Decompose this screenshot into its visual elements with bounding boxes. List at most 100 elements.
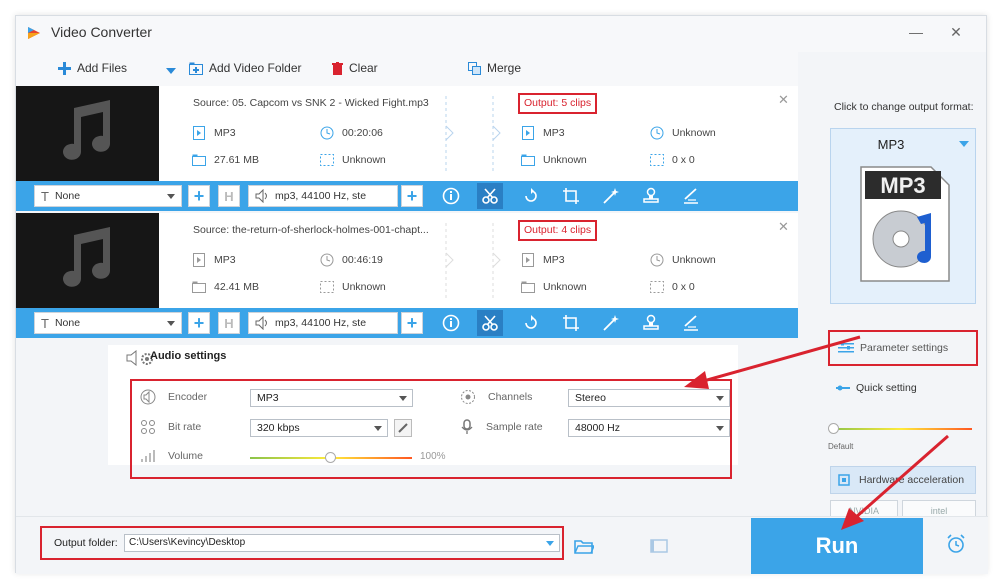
output-size: Unknown	[521, 153, 587, 167]
edit-pencil-icon[interactable]	[394, 419, 412, 437]
hardware-acceleration-toggle[interactable]: Hardware acceleration	[830, 466, 976, 494]
file-thumbnail[interactable]	[16, 213, 159, 308]
channels-select-value: Stereo	[575, 392, 606, 404]
audio-file-icon	[522, 126, 534, 140]
info-icon[interactable]	[442, 187, 460, 205]
minimize-button[interactable]: —	[906, 22, 926, 42]
add-files-button[interactable]: Add Files	[58, 61, 127, 75]
plus-icon	[58, 61, 71, 75]
rotate-icon[interactable]	[522, 187, 540, 205]
default-label: Default	[828, 442, 854, 451]
remove-file-button[interactable]: ✕	[778, 219, 789, 235]
merge-button[interactable]: Merge	[468, 61, 521, 75]
add-subtitle-button[interactable]: +	[188, 185, 210, 207]
subtitle-select[interactable]: T None	[34, 312, 182, 334]
volume-slider-knob[interactable]	[325, 452, 336, 463]
output-size: Unknown	[521, 280, 587, 294]
folder-icon	[192, 154, 206, 166]
add-video-folder-button[interactable]: Add Video Folder	[189, 61, 302, 75]
file-row: Source: 05. Capcom vs SNK 2 - Wicked Fig…	[16, 86, 798, 211]
cut-button[interactable]	[477, 310, 503, 336]
edit-subtitle-icon[interactable]	[682, 187, 700, 205]
audio-file-icon	[522, 253, 534, 267]
output-resolution-value: 0 x 0	[672, 154, 695, 166]
audio-track-value: mp3, 44100 Hz, ste	[275, 190, 367, 202]
watermark-stamp-icon[interactable]	[642, 314, 660, 332]
output-format-panel: Click to change output format: MP3 MP3 P…	[818, 86, 986, 522]
source-title: Source: 05. Capcom vs SNK 2 - Wicked Fig…	[193, 97, 429, 109]
effects-wand-icon[interactable]	[602, 187, 620, 205]
source-resolution: Unknown	[320, 280, 386, 294]
output-format-selector[interactable]: MP3 MP3	[830, 128, 976, 304]
quality-slider-track[interactable]	[830, 428, 972, 430]
output-resolution: 0 x 0	[650, 153, 695, 167]
add-audio-track-button[interactable]: +	[401, 185, 423, 207]
cut-button[interactable]	[477, 183, 503, 209]
open-folder-icon[interactable]	[574, 539, 594, 554]
resolution-icon	[650, 281, 664, 293]
remove-file-button[interactable]: ✕	[778, 92, 789, 108]
add-files-dropdown-icon[interactable]	[166, 68, 176, 74]
trash-icon	[332, 61, 343, 75]
channels-label: Channels	[460, 389, 532, 405]
encoder-select[interactable]: MP3	[250, 389, 413, 407]
source-duration: 00:20:06	[320, 126, 383, 140]
info-icon[interactable]	[442, 314, 460, 332]
run-button[interactable]: Run	[751, 518, 923, 574]
clock-icon	[650, 126, 664, 140]
app-window: Video Converter — ✕ Add Files Add Video …	[15, 15, 988, 574]
resolution-icon	[650, 154, 664, 166]
source-size-value: 42.41 MB	[214, 281, 259, 293]
audio-track-select[interactable]: mp3, 44100 Hz, ste	[248, 312, 398, 334]
crop-icon[interactable]	[562, 187, 580, 205]
crop-icon[interactable]	[562, 314, 580, 332]
add-audio-track-button[interactable]: +	[401, 312, 423, 334]
source-duration-value: 00:20:06	[342, 127, 383, 139]
output-duration-value: Unknown	[672, 127, 716, 139]
merge-label: Merge	[487, 61, 522, 75]
add-subtitle-button[interactable]: +	[188, 312, 210, 334]
output-size-value: Unknown	[543, 154, 587, 166]
source-duration: 00:46:19	[320, 253, 383, 267]
chip-icon	[838, 474, 850, 486]
speaker-icon	[255, 316, 267, 330]
quality-slider-knob[interactable]	[828, 423, 839, 434]
output-folder-label: Output folder:	[54, 537, 118, 549]
parameter-settings-button[interactable]: Parameter settings	[828, 330, 978, 366]
close-window-button[interactable]: ✕	[946, 22, 966, 42]
nvidia-label: NVIDIA	[848, 506, 879, 516]
subtitle-select[interactable]: T None	[34, 185, 182, 207]
add-folder-icon	[189, 62, 203, 75]
bitrate-select[interactable]: 320 kbps	[250, 419, 388, 437]
samplerate-select[interactable]: 48000 Hz	[568, 419, 730, 437]
settings-sliders-icon	[838, 342, 854, 353]
output-duration: Unknown	[650, 253, 716, 267]
add-files-label: Add Files	[77, 61, 128, 75]
hd-icon[interactable]: H	[218, 185, 240, 207]
clear-button[interactable]: Clear	[332, 61, 378, 75]
source-resolution: Unknown	[320, 153, 386, 167]
quick-setting[interactable]: Quick setting	[836, 382, 917, 394]
edit-subtitle-icon[interactable]	[682, 314, 700, 332]
effects-wand-icon[interactable]	[602, 314, 620, 332]
hd-icon[interactable]: H	[218, 312, 240, 334]
audio-settings-title: Audio settings	[150, 350, 227, 362]
output-folder-input[interactable]: C:\Users\Kevincy\Desktop	[124, 534, 560, 552]
output-format-hint: Click to change output format:	[834, 101, 974, 113]
audio-track-select[interactable]: mp3, 44100 Hz, ste	[248, 185, 398, 207]
alarm-clock-icon[interactable]	[946, 534, 966, 554]
rotate-icon[interactable]	[522, 314, 540, 332]
speaker-icon	[255, 189, 267, 203]
samplerate-label: Sample rate	[460, 419, 543, 435]
toolbar: Add Files Add Video Folder Clear Merge	[16, 52, 798, 88]
file-thumbnail[interactable]	[16, 86, 159, 181]
merge-icon	[468, 61, 481, 75]
bitrate-label-text: Bit rate	[168, 421, 202, 433]
channels-select[interactable]: Stereo	[568, 389, 730, 407]
folder-icon	[192, 281, 206, 293]
scissors-icon	[482, 315, 498, 331]
music-note-icon	[63, 100, 110, 160]
encoder-label: Encoder	[140, 389, 207, 405]
watermark-stamp-icon[interactable]	[642, 187, 660, 205]
video-preview-icon[interactable]	[650, 538, 668, 554]
